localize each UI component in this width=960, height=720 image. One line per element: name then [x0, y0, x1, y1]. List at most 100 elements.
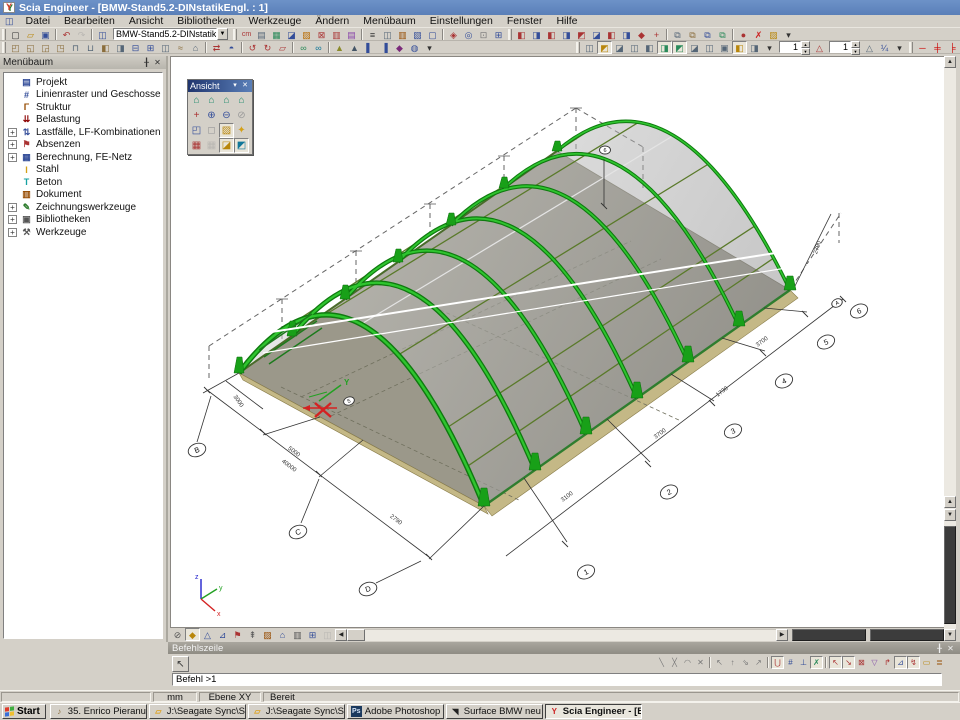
taskbar-task[interactable]: ▱J:\Seagate Sync\SyncRe...	[149, 704, 246, 719]
perspective-toggle-icon[interactable]: ⊘	[170, 628, 185, 641]
close-icon[interactable]: ✕	[240, 80, 250, 92]
horizontal-scrollbar-thumb[interactable]	[347, 629, 365, 641]
sidebar-item-projekt[interactable]: ▤Projekt	[8, 76, 162, 89]
beam-icon[interactable]: ◰	[8, 41, 23, 54]
load-case-4-icon[interactable]: ◨	[559, 28, 574, 41]
sidebar-item-dokument[interactable]: ▥Dokument	[8, 189, 162, 202]
menu-item-fenster[interactable]: Fenster	[500, 15, 550, 28]
view-front-icon[interactable]: ⌂	[204, 93, 219, 108]
snap-intersection-icon[interactable]: ⊠	[855, 656, 868, 669]
menu-item-ansicht[interactable]: Ansicht	[122, 15, 170, 28]
snap-tangent-icon[interactable]: ↱	[881, 656, 894, 669]
menu-item-bibliotheken[interactable]: Bibliotheken	[170, 15, 241, 28]
expand-icon[interactable]: +	[8, 153, 17, 162]
status-plane[interactable]: Ebene XY	[199, 692, 261, 702]
draw-arc-icon[interactable]: ◠	[681, 656, 694, 669]
menu-item-ndern[interactable]: Ändern	[308, 15, 356, 28]
scroll-page-up-icon[interactable]: ▲	[944, 496, 956, 508]
view-params-icon[interactable]: ◪	[284, 28, 299, 41]
toolbar-grip[interactable]	[508, 29, 512, 40]
expand-icon[interactable]: +	[8, 203, 17, 212]
wall-icon[interactable]: ◳	[53, 41, 68, 54]
start-button[interactable]: Start	[2, 704, 46, 719]
scroll-right-icon[interactable]: ▶	[776, 629, 788, 641]
docked-bar-1[interactable]	[792, 629, 866, 641]
expand-icon[interactable]: +	[8, 140, 17, 149]
plate-icon[interactable]: ◲	[38, 41, 53, 54]
snap-perpendicular-icon[interactable]: ⊿	[894, 656, 907, 669]
toolbar-grip[interactable]	[909, 42, 913, 53]
draw-cross-icon[interactable]: ╳	[668, 656, 681, 669]
view-window-9-icon[interactable]: ◫	[702, 41, 717, 54]
project-window-icon[interactable]: ◫	[95, 28, 110, 41]
befehlszeile-header[interactable]: Befehlszeile ╂ ✕	[168, 642, 960, 654]
load-case-5-icon[interactable]: ◩	[574, 28, 589, 41]
close-icon[interactable]: ✕	[152, 58, 163, 67]
spinner-up-icon[interactable]: ▲	[801, 41, 810, 48]
expand-icon[interactable]: +	[8, 228, 17, 237]
hinge-icon[interactable]: ◫	[158, 41, 173, 54]
close-icon[interactable]: ✕	[945, 644, 956, 653]
render-mode-icon[interactable]: ◆	[185, 628, 200, 641]
vertical-scrollbar-thumb[interactable]	[944, 526, 956, 624]
page-icon[interactable]: ▢	[425, 28, 440, 41]
toolbar-grip[interactable]	[576, 42, 580, 53]
delete-icon[interactable]: ⊠	[314, 28, 329, 41]
previous-view-icon[interactable]: ◫	[320, 628, 335, 641]
line-grid-snap-icon[interactable]: ⊥	[797, 656, 810, 669]
mirror-icon[interactable]: ↻	[260, 41, 275, 54]
paste-view-icon[interactable]: ⧉	[685, 28, 700, 41]
opening-icon[interactable]: ⊓	[68, 41, 83, 54]
view-top-icon[interactable]: ⌂	[189, 93, 204, 108]
view-window-5-icon[interactable]: ◧	[642, 41, 657, 54]
activity-spinner-value[interactable]: 1	[779, 41, 801, 53]
menu-item-menbaum[interactable]: Menübaum	[356, 15, 423, 28]
menu-item-werkzeuge[interactable]: Werkzeuge	[241, 15, 308, 28]
print-preview-icon[interactable]: ◫	[380, 28, 395, 41]
grid-toggle-icon[interactable]: ⊞	[305, 628, 320, 641]
load-case-6-icon[interactable]: ◪	[589, 28, 604, 41]
activity-icon[interactable]: △	[812, 41, 827, 54]
photo-view-icon[interactable]: ▦	[189, 138, 204, 153]
envelope-icon[interactable]: ◆	[634, 28, 649, 41]
view-window-12-icon[interactable]: ◨	[747, 41, 762, 54]
pin-icon[interactable]: ╂	[141, 58, 152, 67]
sidebar-item-stahl[interactable]: IStahl	[8, 164, 162, 177]
ansicht-palette[interactable]: Ansicht ▾ ✕ ⌂⌂⌂⌂+⊕⊖⊘◰◻▨✦▦▦◪◩	[187, 79, 253, 155]
dimension-style-icon[interactable]: ╪	[930, 41, 945, 54]
expand-icon[interactable]: +	[8, 215, 17, 224]
move-icon[interactable]: +	[649, 28, 664, 41]
sidebar-item-beton[interactable]: TBeton	[8, 176, 162, 189]
toolbar-grip[interactable]	[2, 42, 6, 53]
command-input[interactable]: Befehl >1	[172, 673, 942, 686]
fly-mode-icon[interactable]: ✗	[751, 28, 766, 41]
scale-spinner-value[interactable]: 1	[829, 41, 851, 53]
scroll-up-icon[interactable]: ▲	[944, 56, 956, 68]
rotate-icon[interactable]: ↺	[245, 41, 260, 54]
display-params-icon[interactable]: ▦	[269, 28, 284, 41]
zoom-in-icon[interactable]: ⊕	[204, 108, 219, 123]
activity-spinner[interactable]: 1 ▲▼	[779, 41, 810, 53]
load-case-1-icon[interactable]: ◧	[514, 28, 529, 41]
load-case-3-icon[interactable]: ◧	[544, 28, 559, 41]
scroll-page-down-icon[interactable]: ▼	[944, 509, 956, 521]
spinner-down-icon[interactable]: ▼	[851, 48, 860, 55]
chevron-down-icon[interactable]: ▾	[230, 80, 240, 92]
taskbar-task[interactable]: ♪35. Enrico Pieranunzi - O...	[50, 704, 147, 719]
zoom-all-icon[interactable]: ◻	[204, 123, 219, 138]
results-icon[interactable]: ◆	[392, 41, 407, 54]
view-window-2-icon[interactable]: ◩	[597, 41, 612, 54]
toolbar-grip[interactable]	[2, 29, 6, 40]
save-file-icon[interactable]: ▣	[38, 28, 53, 41]
subsoil-icon[interactable]: ≈	[173, 41, 188, 54]
view-window-11-icon[interactable]: ◧	[732, 41, 747, 54]
expand-icon[interactable]: +	[8, 128, 17, 137]
view-more-icon[interactable]: ▾	[762, 41, 777, 54]
zoom-out-icon[interactable]: ⊖	[219, 108, 234, 123]
clipboard-icon[interactable]: ▨	[299, 28, 314, 41]
snap-orthogonal-icon[interactable]: ▽	[868, 656, 881, 669]
photo-view-2-icon[interactable]: ▦	[204, 138, 219, 153]
checker-icon[interactable]: ◎	[461, 28, 476, 41]
sidebar-item-werkzeuge[interactable]: +⚒Werkzeuge	[8, 226, 162, 239]
calculation-icon[interactable]: ▌	[362, 41, 377, 54]
